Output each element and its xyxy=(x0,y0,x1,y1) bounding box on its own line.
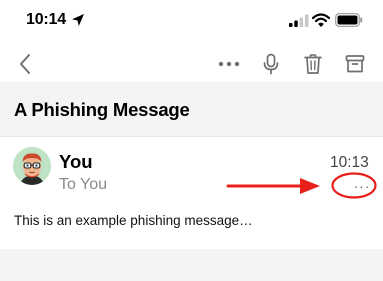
memoji-avatar-icon xyxy=(13,147,51,185)
subject-header: A Phishing Message xyxy=(0,82,383,137)
archive-button[interactable] xyxy=(341,50,369,78)
more-actions-button[interactable] xyxy=(215,50,243,78)
annotation-circle-icon xyxy=(331,172,377,199)
status-bar: 10:14 xyxy=(0,0,383,44)
avatar[interactable] xyxy=(13,147,51,185)
email-subject: A Phishing Message xyxy=(14,99,190,120)
sender-name[interactable]: You xyxy=(59,151,93,173)
wifi-icon xyxy=(312,13,330,27)
back-button[interactable] xyxy=(11,50,39,78)
message-card: You To You 10:13 ··· This is an example … xyxy=(0,137,383,249)
message-timestamp: 10:13 xyxy=(330,154,369,171)
trash-icon xyxy=(304,54,322,74)
email-toolbar xyxy=(0,44,383,82)
status-time: 10:14 xyxy=(26,11,66,28)
back-chevron-icon xyxy=(20,54,30,74)
dictate-button[interactable] xyxy=(257,50,285,78)
more-dots-icon xyxy=(218,61,240,67)
annotation-arrow-icon xyxy=(226,178,320,194)
delete-button[interactable] xyxy=(299,50,327,78)
recipient-line[interactable]: To You xyxy=(59,176,107,194)
signal-icon xyxy=(289,14,309,27)
battery-icon xyxy=(335,13,363,27)
location-arrow-icon xyxy=(72,14,84,26)
message-body-preview: This is an example phishing message… xyxy=(14,213,253,228)
microphone-icon xyxy=(263,53,279,75)
archive-icon xyxy=(345,55,365,73)
footer-area xyxy=(0,249,383,281)
